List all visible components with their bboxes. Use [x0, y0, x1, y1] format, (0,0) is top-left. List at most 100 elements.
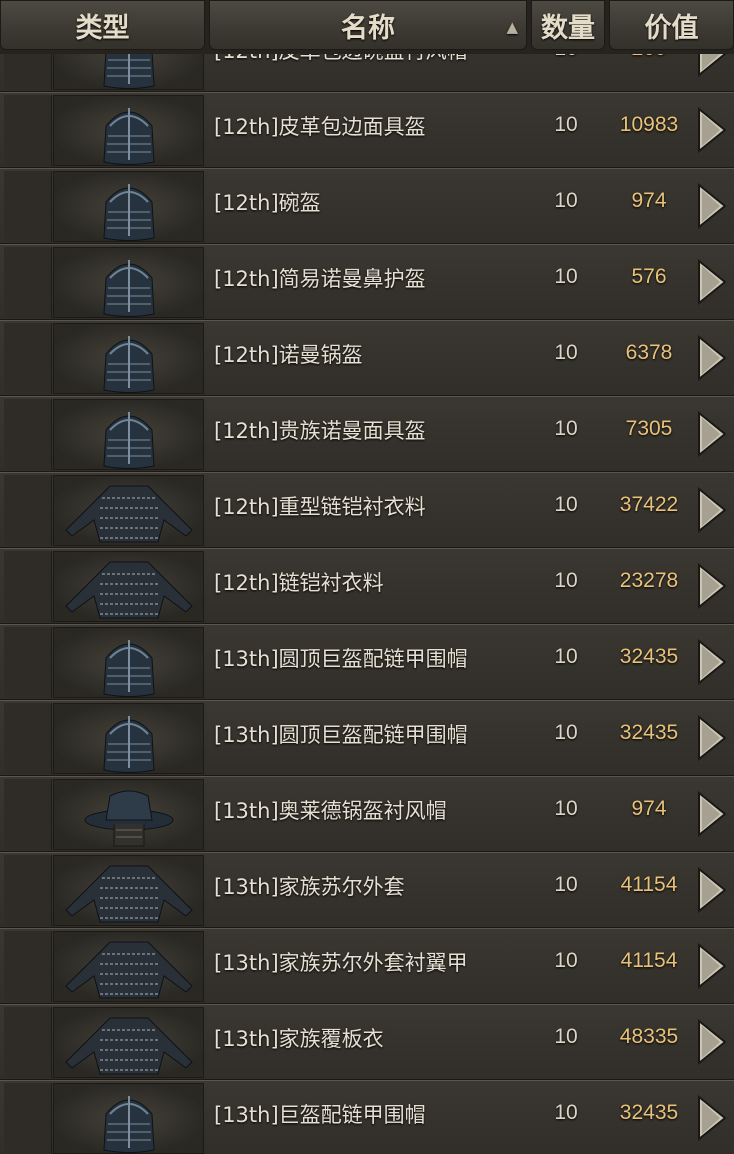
column-header-name-label: 名称 — [341, 12, 395, 44]
item-name: [12th]重型链铠衬衣料 — [214, 495, 426, 519]
list-item[interactable]: [12th]简易诺曼鼻护盔 10 576 — [0, 244, 734, 320]
list-item[interactable]: [13th]圆顶巨盔配链甲围帽 10 32435 — [0, 700, 734, 776]
item-quantity: 10 — [540, 54, 592, 61]
item-quantity: 10 — [554, 645, 578, 668]
item-quantity: 10 — [554, 873, 578, 896]
item-name: [12th]贵族诺曼面具盔 — [214, 419, 426, 443]
item-name: [13th]家族苏尔外套衬翼甲 — [214, 951, 468, 975]
item-thumbnail — [53, 551, 204, 622]
column-header-name[interactable]: 名称 ▲ — [209, 0, 527, 50]
item-name: [13th]家族覆板衣 — [214, 1027, 384, 1051]
item-type-cell — [4, 551, 52, 622]
item-name: [12th]皮革包边面具盔 — [214, 115, 426, 139]
item-name: [12th]皮革包边碗盔衬风帽 — [214, 54, 468, 65]
column-header-type[interactable]: 类型 — [0, 0, 205, 50]
item-type-cell — [4, 475, 52, 546]
item-value: 6378 — [625, 341, 673, 364]
list-item[interactable]: [12th]碗盔 10 974 — [0, 168, 734, 244]
item-type-cell — [4, 779, 52, 850]
column-header-quantity-label: 数量 — [541, 12, 595, 44]
transfer-arrow-button[interactable] — [693, 334, 729, 386]
list-item[interactable]: [12th]链铠衬衣料 10 23278 — [0, 548, 734, 624]
item-quantity: 10 — [554, 417, 578, 440]
item-type-cell — [4, 54, 52, 90]
list-item[interactable]: [12th]诺曼锅盔 10 6378 — [0, 320, 734, 396]
item-type-cell — [4, 171, 52, 242]
item-quantity: 10 — [554, 189, 578, 212]
item-value: 974 — [631, 797, 667, 820]
column-header-value[interactable]: 价值 — [609, 0, 734, 50]
transfer-arrow-button[interactable] — [693, 714, 729, 766]
transfer-arrow-button[interactable] — [693, 182, 729, 234]
list-item[interactable]: [13th]巨盔配链甲围帽 10 32435 — [0, 1080, 734, 1154]
item-name: [13th]圆顶巨盔配链甲围帽 — [214, 647, 468, 671]
sort-ascending-icon: ▲ — [506, 18, 518, 36]
item-value: 32435 — [619, 721, 679, 744]
item-quantity: 10 — [554, 493, 578, 516]
transfer-arrow-button[interactable] — [693, 790, 729, 842]
item-name: [13th]圆顶巨盔配链甲围帽 — [214, 723, 468, 747]
list-item[interactable]: [12th]重型链铠衬衣料 10 37422 — [0, 472, 734, 548]
item-thumbnail — [53, 703, 204, 774]
table-header: 类型 名称 ▲ 数量 价值 — [0, 0, 734, 54]
item-list[interactable]: [12th]皮革包边碗盔衬风帽 10 269 [12th]皮革包边面具盔 10 10983… — [0, 54, 734, 1154]
column-header-quantity[interactable]: 数量 — [531, 0, 605, 50]
item-name: [12th]简易诺曼鼻护盔 — [214, 267, 426, 291]
item-value: 32435 — [619, 645, 679, 668]
item-name: [13th]家族苏尔外套 — [214, 875, 405, 899]
transfer-arrow-button[interactable] — [693, 638, 729, 690]
item-thumbnail — [53, 627, 204, 698]
list-item[interactable]: [13th]奥莱德锅盔衬风帽 10 974 — [0, 776, 734, 852]
item-quantity: 10 — [554, 797, 578, 820]
item-type-cell — [4, 323, 52, 394]
list-item[interactable]: [13th]家族覆板衣 10 48335 — [0, 1004, 734, 1080]
item-value: 269 — [606, 54, 692, 61]
item-value: 974 — [631, 189, 667, 212]
transfer-arrow-button[interactable] — [693, 1094, 729, 1146]
list-item[interactable]: [12th]皮革包边面具盔 10 10983 — [0, 92, 734, 168]
item-thumbnail — [53, 95, 204, 166]
item-thumbnail — [53, 54, 204, 90]
item-type-cell — [4, 95, 52, 166]
item-thumbnail — [53, 1083, 204, 1154]
item-thumbnail — [53, 247, 204, 318]
item-type-cell — [4, 931, 52, 1002]
item-quantity: 10 — [554, 721, 578, 744]
transfer-arrow-button[interactable] — [693, 258, 729, 310]
item-quantity: 10 — [554, 949, 578, 972]
transfer-arrow-button[interactable] — [693, 410, 729, 462]
item-thumbnail — [53, 171, 204, 242]
transfer-arrow-button[interactable] — [693, 1018, 729, 1070]
item-quantity: 10 — [554, 569, 578, 592]
item-type-cell — [4, 1007, 52, 1078]
transfer-arrow-button[interactable] — [693, 486, 729, 538]
transfer-arrow-button[interactable] — [693, 54, 729, 82]
item-thumbnail — [53, 475, 204, 546]
item-value: 10983 — [619, 113, 679, 136]
item-type-cell — [4, 855, 52, 926]
list-item[interactable]: [12th]皮革包边碗盔衬风帽 10 269 — [0, 54, 734, 92]
item-thumbnail — [53, 399, 204, 470]
item-value: 7305 — [625, 417, 673, 440]
transfer-arrow-button[interactable] — [693, 866, 729, 918]
item-thumbnail — [53, 1007, 204, 1078]
item-quantity: 10 — [554, 265, 578, 288]
list-item[interactable]: [13th]圆顶巨盔配链甲围帽 10 32435 — [0, 624, 734, 700]
item-value: 41154 — [620, 873, 678, 896]
list-item[interactable]: [13th]家族苏尔外套衬翼甲 10 41154 — [0, 928, 734, 1004]
item-name: [12th]诺曼锅盔 — [214, 343, 363, 367]
item-thumbnail — [53, 323, 204, 394]
item-quantity: 10 — [554, 341, 578, 364]
item-name: [13th]巨盔配链甲围帽 — [214, 1103, 426, 1127]
item-value: 37422 — [619, 493, 679, 516]
item-type-cell — [4, 627, 52, 698]
item-quantity: 10 — [554, 1025, 578, 1048]
item-name: [12th]链铠衬衣料 — [214, 571, 384, 595]
transfer-arrow-button[interactable] — [693, 942, 729, 994]
transfer-arrow-button[interactable] — [693, 106, 729, 158]
list-item[interactable]: [12th]贵族诺曼面具盔 10 7305 — [0, 396, 734, 472]
column-header-type-label: 类型 — [75, 12, 130, 44]
transfer-arrow-button[interactable] — [693, 562, 729, 614]
list-item[interactable]: [13th]家族苏尔外套 10 41154 — [0, 852, 734, 928]
item-name: [13th]奥莱德锅盔衬风帽 — [214, 799, 447, 823]
